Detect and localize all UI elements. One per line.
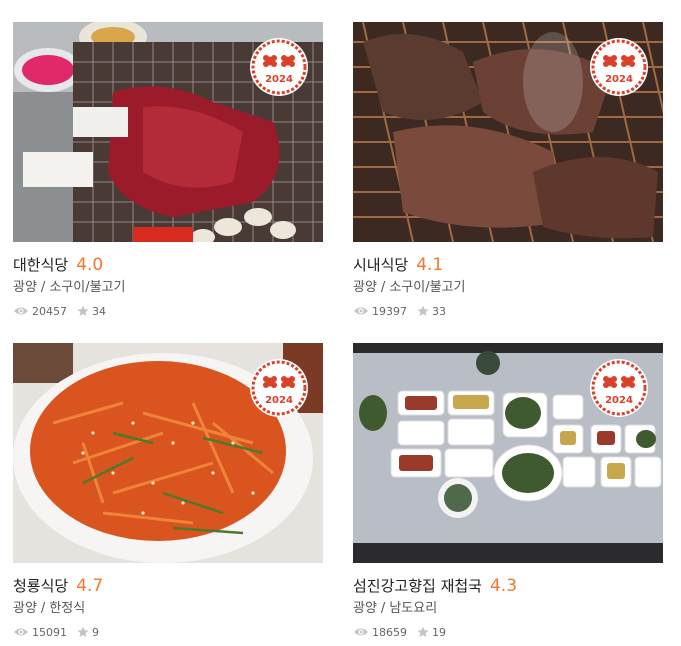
review-count: 34: [92, 304, 106, 318]
badge-year: 2024: [265, 74, 293, 85]
separator: /: [380, 280, 386, 295]
view-count: 15091: [32, 625, 67, 639]
review-count: 33: [432, 304, 446, 318]
view-count: 20457: [32, 304, 67, 318]
restaurant-card[interactable]: 2024 시내식당 4.1 광양 / 소구이/불고기 19397 33: [353, 22, 663, 319]
restaurant-photo[interactable]: 2024: [13, 22, 323, 242]
region-label: 광양: [13, 601, 37, 616]
rating-score: 4.0: [76, 255, 104, 275]
region-label: 광양: [353, 280, 377, 295]
region-label: 광양: [13, 280, 37, 295]
restaurant-photo[interactable]: 2024: [353, 343, 663, 563]
restaurant-card[interactable]: 2024 청룡식당 4.7 광양 / 한정식 15091 9: [13, 343, 323, 640]
restaurant-stats: 18659 19: [353, 624, 663, 640]
restaurant-name[interactable]: 대한식당: [13, 254, 68, 275]
restaurant-meta: 광양 / 남도요리: [353, 600, 663, 618]
award-badge: 2024: [249, 358, 309, 418]
eye-icon: [354, 628, 368, 636]
review-count: 19: [432, 625, 446, 639]
restaurant-card[interactable]: 2024 섬진강고향집 재첩국 4.3 광양 / 남도요리 18659 19: [353, 343, 663, 640]
badge-year: 2024: [605, 74, 633, 85]
eye-icon: [354, 307, 368, 315]
category-label: 소구이/불고기: [389, 280, 466, 295]
view-count: 18659: [372, 625, 407, 639]
restaurant-meta: 광양 / 소구이/불고기: [13, 279, 323, 297]
restaurant-stats: 19397 33: [353, 303, 663, 319]
separator: /: [380, 601, 386, 616]
separator: /: [40, 601, 46, 616]
category-label: 소구이/불고기: [49, 280, 126, 295]
rating-score: 4.1: [416, 255, 444, 275]
restaurant-stats: 20457 34: [13, 303, 323, 319]
award-badge: 2024: [249, 37, 309, 97]
star-icon: [77, 305, 89, 316]
eye-icon: [14, 307, 28, 315]
eye-icon: [14, 628, 28, 636]
separator: /: [40, 280, 46, 295]
view-count: 19397: [372, 304, 407, 318]
star-icon: [417, 305, 429, 316]
restaurant-stats: 15091 9: [13, 624, 323, 640]
restaurant-meta: 광양 / 소구이/불고기: [353, 279, 663, 297]
category-label: 남도요리: [389, 601, 438, 616]
restaurant-photo[interactable]: 2024: [353, 22, 663, 242]
restaurant-name[interactable]: 시내식당: [353, 254, 408, 275]
review-count: 9: [92, 625, 99, 639]
region-label: 광양: [353, 601, 377, 616]
restaurant-photo[interactable]: 2024: [13, 343, 323, 563]
rating-score: 4.3: [489, 576, 518, 596]
badge-year: 2024: [265, 395, 293, 406]
restaurant-name[interactable]: 섬진강고향집 재첩국: [353, 575, 482, 596]
restaurant-card[interactable]: 2024 대한식당 4.0 광양 / 소구이/불고기 20457 34: [13, 22, 323, 319]
award-badge: 2024: [589, 37, 649, 97]
award-badge: 2024: [589, 358, 649, 418]
restaurant-meta: 광양 / 한정식: [13, 600, 323, 618]
restaurant-name[interactable]: 청룡식당: [13, 575, 68, 596]
rating-score: 4.7: [76, 576, 104, 596]
badge-year: 2024: [605, 395, 633, 406]
category-label: 한정식: [49, 601, 86, 616]
star-icon: [417, 626, 429, 637]
star-icon: [77, 626, 89, 637]
